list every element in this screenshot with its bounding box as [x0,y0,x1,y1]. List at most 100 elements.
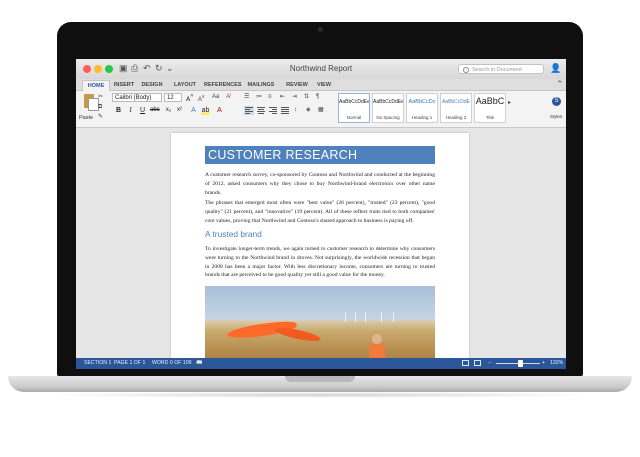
font-color-icon[interactable]: A [215,106,224,115]
child-figure [369,334,385,358]
tab-home[interactable]: HOME [82,80,110,91]
tab-design[interactable]: DESIGN [140,80,164,90]
show-formatting-icon[interactable]: ¶ [316,93,319,101]
status-page[interactable]: PAGE 1 OF 1 [114,359,145,368]
numbering-icon[interactable]: ≔ [256,93,262,101]
status-word-count[interactable]: WORD 0 OF 109 [152,359,192,368]
wind-turbine [355,312,356,322]
search-input[interactable]: Search in Document [458,64,544,74]
align-center-icon[interactable] [256,106,266,115]
format-painter-icon[interactable]: ✎ [98,113,103,121]
tab-layout[interactable]: LAYOUT [172,80,198,90]
highlight-icon[interactable]: ab [201,106,210,115]
styles-gallery-more-icon[interactable]: ▸ [508,99,511,107]
line-spacing-icon[interactable]: ↕ [294,106,297,114]
paragraph-2: The phrases that emerged most often were… [205,200,435,224]
bold-icon[interactable]: B [114,106,123,115]
underline-icon[interactable]: U [138,106,147,115]
print-layout-view-icon[interactable] [474,360,481,366]
styles-pane-label: Styles [549,114,563,119]
decrease-indent-icon[interactable]: ⇤ [280,93,285,101]
style-heading-1[interactable]: AaBbCcDc Heading 1 [406,93,438,123]
style-heading-2[interactable]: AaBbCcDdE Heading 2 [440,93,472,123]
zoom-slider-thumb[interactable] [518,360,524,367]
tab-review[interactable]: REVIEW [284,80,310,90]
status-bar: SECTION 1 PAGE 1 OF 1 WORD 0 OF 109 📖 − … [76,358,566,369]
shrink-font-icon[interactable]: Av [198,93,205,104]
share-user-icon[interactable]: 👤 [550,63,561,74]
style-title-name: Title [485,115,495,120]
font-name-select[interactable]: Calibri (Body) [112,93,162,102]
align-right-icon[interactable] [268,106,278,115]
child-head [372,334,382,344]
heading-band: CUSTOMER RESEARCH [205,146,435,164]
search-icon [463,67,469,73]
borders-icon[interactable]: ▦ [318,106,324,114]
document-page[interactable]: CUSTOMER RESEARCH A customer research su… [171,133,469,358]
cut-icon[interactable]: ✂ [98,93,103,101]
superscript-icon[interactable]: x² [175,106,184,115]
multilevel-list-icon[interactable]: ≡ [268,93,272,101]
tab-insert[interactable]: INSERT [112,80,136,90]
document-subheading: A trusted brand [205,229,262,239]
justify-icon[interactable] [280,106,290,115]
status-section[interactable]: SECTION 1 [84,359,111,368]
word-window: ▣ ⎙ ↶ ↻ ⌄ Northwind Report Search in Doc… [76,59,566,369]
wind-turbine [365,312,366,322]
ribbon-tabs: HOME INSERT DESIGN LAYOUT REFERENCES MAI… [76,79,566,91]
tab-references[interactable]: REFERENCES [204,80,242,90]
bullets-icon[interactable]: ☰ [244,93,249,101]
style-heading-1-sample: AaBbCcDc [408,99,436,105]
italic-icon[interactable]: I [126,106,135,115]
child-body [369,344,385,358]
laptop-hinge-notch [285,376,355,382]
tab-view[interactable]: VIEW [314,80,334,90]
style-no-spacing-name: No Spacing [376,115,400,120]
text-effects-icon[interactable]: A [189,106,198,115]
title-bar: ▣ ⎙ ↶ ↻ ⌄ Northwind Report Search in Doc… [76,59,566,79]
styles-pane-button[interactable]: S Styles [548,93,564,123]
subscript-icon[interactable]: x₂ [164,106,173,115]
wind-turbine [345,312,346,322]
search-placeholder: Search in Document [472,67,522,73]
paragraph-1: A customer research survey, co-sponsored… [205,172,435,196]
tab-mailings[interactable]: MAILINGS [246,80,276,90]
style-no-spacing[interactable]: AaBbCcDdEe No Spacing [372,93,404,123]
change-case-icon[interactable]: Aa [212,93,219,101]
proofing-icon[interactable]: 📖 [196,359,202,368]
document-heading: CUSTOMER RESEARCH [208,148,358,162]
style-normal-name: Normal [346,115,362,120]
align-left-icon[interactable] [244,106,254,115]
copy-icon[interactable]: ⧉ [98,103,102,111]
wind-turbine [381,312,382,322]
kite-tail [274,325,322,344]
zoom-out-icon[interactable]: − [488,359,491,368]
sort-icon[interactable]: ⇅ [304,93,309,101]
font-size-select[interactable]: 12 [164,93,182,102]
paste-label: Paste [79,115,94,121]
ribbon-home: Paste ✂ ⧉ ✎ Calibri (Body) 12 A^ Av Aa A… [76,91,566,128]
increase-indent-icon[interactable]: ⇥ [292,93,297,101]
laptop-shadow [40,392,600,398]
zoom-in-icon[interactable]: + [542,359,545,368]
style-title[interactable]: AaBbC Title [474,93,506,123]
paragraph-3: To investigate longer-term trends, we ag… [205,246,435,279]
style-heading-2-name: Heading 2 [445,115,467,120]
field-kite-photo[interactable] [205,286,435,358]
clear-formatting-icon[interactable]: A̸ [226,93,230,101]
paste-button[interactable] [80,94,99,112]
strikethrough-icon[interactable]: abc [150,106,160,115]
grow-font-icon[interactable]: A^ [186,93,193,104]
collapse-ribbon-icon[interactable]: ⌃ [556,79,564,90]
style-title-sample: AaBbC [475,96,505,106]
draft-view-icon[interactable] [462,360,469,366]
style-heading-2-sample: AaBbCcDdE [441,99,471,105]
zoom-percent[interactable]: 132% [550,359,563,368]
styles-pane-icon: S [552,97,561,106]
document-canvas[interactable]: CUSTOMER RESEARCH A customer research su… [76,128,566,358]
style-normal[interactable]: AaBbCcDdEe Normal [338,93,370,123]
style-no-spacing-sample: AaBbCcDdEe [373,99,403,105]
shading-icon[interactable]: ◈ [306,106,311,114]
font-name-value: Calibri (Body) [115,95,152,101]
wind-turbine [393,312,394,322]
